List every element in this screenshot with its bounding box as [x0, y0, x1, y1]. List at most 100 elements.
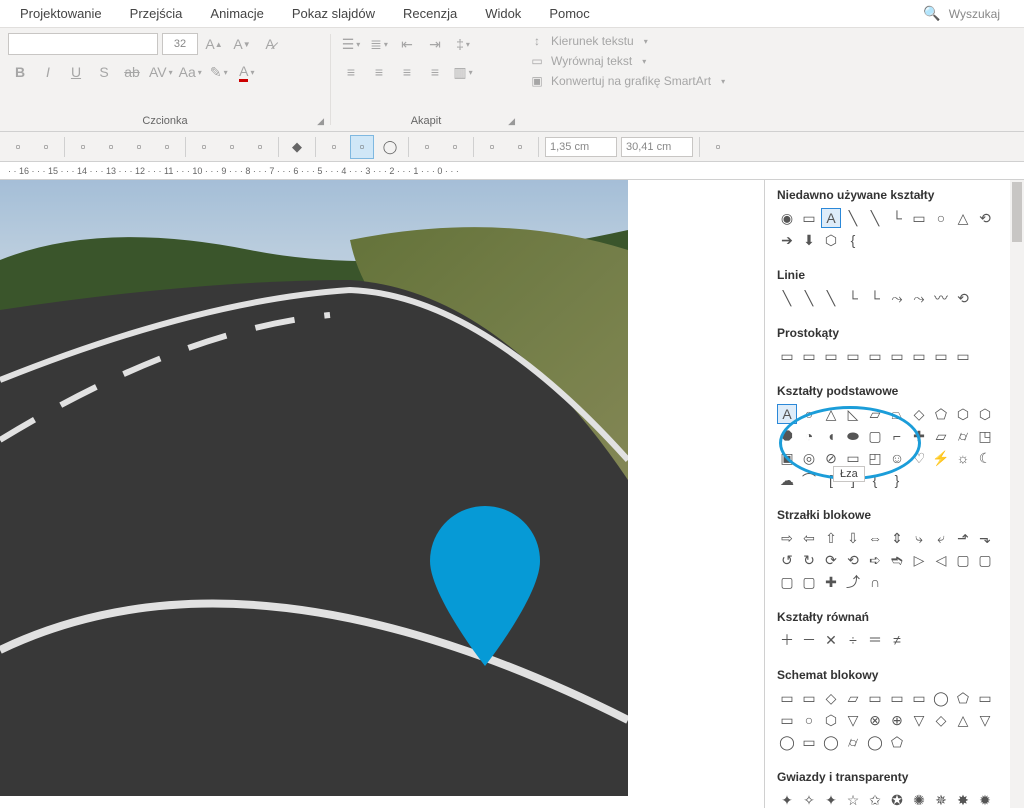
- fc-21[interactable]: ◯: [777, 732, 797, 752]
- ba-17[interactable]: ▷: [909, 550, 929, 570]
- basic-lframe[interactable]: ⌐: [887, 426, 907, 446]
- fc-13[interactable]: ⬡: [821, 710, 841, 730]
- basic-plus[interactable]: ✚: [909, 426, 929, 446]
- tb-13[interactable]: ◯: [378, 135, 402, 159]
- eq-plus[interactable]: ＋: [777, 630, 797, 650]
- basic-can[interactable]: ⌭: [953, 426, 973, 446]
- fc-19[interactable]: △: [953, 710, 973, 730]
- shape-brace[interactable]: {: [843, 230, 863, 250]
- ba-19[interactable]: ▢: [953, 550, 973, 570]
- st-5[interactable]: ✩: [865, 790, 885, 808]
- shape-arrow-d[interactable]: ⬇: [799, 230, 819, 250]
- tb-18[interactable]: ▫: [706, 135, 730, 159]
- fc-7[interactable]: ▭: [909, 688, 929, 708]
- ba-24[interactable]: ⤴: [843, 572, 863, 592]
- font-size-input[interactable]: [162, 33, 198, 55]
- rect-8[interactable]: ▭: [931, 346, 951, 366]
- fc-8[interactable]: ◯: [931, 688, 951, 708]
- basic-bolt[interactable]: ⚡: [931, 448, 951, 468]
- strikethrough-button[interactable]: ab: [120, 60, 144, 84]
- basic-block[interactable]: ▭: [843, 448, 863, 468]
- line-6[interactable]: ⤳: [887, 288, 907, 308]
- basic-heart[interactable]: ♡: [909, 448, 929, 468]
- tb-15[interactable]: ▫: [443, 135, 467, 159]
- shape-teardrop[interactable]: ◉: [777, 208, 797, 228]
- basic-no[interactable]: ⊘: [821, 448, 841, 468]
- rect-4[interactable]: ▭: [843, 346, 863, 366]
- basic-rbrace[interactable]: }: [887, 470, 907, 490]
- tb-3[interactable]: ▫: [71, 135, 95, 159]
- fc-14[interactable]: ▽: [843, 710, 863, 730]
- fc-17[interactable]: ▽: [909, 710, 929, 730]
- basic-cube[interactable]: ◳: [975, 426, 995, 446]
- basic-pie[interactable]: ◔: [799, 426, 819, 446]
- rect-9[interactable]: ▭: [953, 346, 973, 366]
- tb-14[interactable]: ▫: [415, 135, 439, 159]
- line-7[interactable]: ⤳: [909, 288, 929, 308]
- font-launcher-icon[interactable]: ◢: [317, 116, 324, 127]
- ba-3[interactable]: ⇧: [821, 528, 841, 548]
- eq-eq[interactable]: ＝: [865, 630, 885, 650]
- tb-7[interactable]: ▫: [192, 135, 216, 159]
- underline-button[interactable]: U: [64, 60, 88, 84]
- rect-1[interactable]: ▭: [777, 346, 797, 366]
- fc-15[interactable]: ⊗: [865, 710, 885, 730]
- fc-2[interactable]: ▭: [799, 688, 819, 708]
- tab-slideshow[interactable]: Pokaz slajdów: [278, 2, 389, 25]
- ba-11[interactable]: ↺: [777, 550, 797, 570]
- basic-tri[interactable]: △: [821, 404, 841, 424]
- fc-16[interactable]: ⊕: [887, 710, 907, 730]
- fc-3[interactable]: ◇: [821, 688, 841, 708]
- basic-moon[interactable]: ☾: [975, 448, 995, 468]
- tab-transitions[interactable]: Przejścia: [116, 2, 197, 25]
- basic-rtri[interactable]: ◺: [843, 404, 863, 424]
- ba-15[interactable]: ➪: [865, 550, 885, 570]
- basic-hex[interactable]: ⬡: [953, 404, 973, 424]
- italic-button[interactable]: I: [36, 60, 60, 84]
- shape-hex[interactable]: ⬡: [821, 230, 841, 250]
- basic-para[interactable]: ▱: [865, 404, 885, 424]
- tab-view[interactable]: Widok: [471, 2, 535, 25]
- font-name-input[interactable]: [8, 33, 158, 55]
- shape-rect[interactable]: ▭: [799, 208, 819, 228]
- st-6[interactable]: ✪: [887, 790, 907, 808]
- basic-dia[interactable]: ◇: [909, 404, 929, 424]
- fc-20[interactable]: ▽: [975, 710, 995, 730]
- char-spacing-button[interactable]: AV: [148, 60, 174, 84]
- tb-12[interactable]: ▫: [350, 135, 374, 159]
- ba-4[interactable]: ⇩: [843, 528, 863, 548]
- fc-22[interactable]: ▭: [799, 732, 819, 752]
- basic-arc[interactable]: ⌒: [799, 470, 819, 490]
- width-input[interactable]: 1,35 cm: [545, 137, 617, 157]
- line-8[interactable]: 〰: [931, 288, 951, 308]
- fc-4[interactable]: ▱: [843, 688, 863, 708]
- shape-rect2[interactable]: ▭: [909, 208, 929, 228]
- align-center-button[interactable]: ≡: [367, 60, 391, 84]
- line-9[interactable]: ⟲: [953, 288, 973, 308]
- basic-plaque[interactable]: ▱: [931, 426, 951, 446]
- decrease-indent-button[interactable]: ⇤: [395, 32, 419, 56]
- basic-trap[interactable]: ⏢: [887, 404, 907, 424]
- basic-fold[interactable]: ◰: [865, 448, 885, 468]
- fc-6[interactable]: ▭: [887, 688, 907, 708]
- tb-9[interactable]: ▫: [248, 135, 272, 159]
- basic-cloud[interactable]: ☁: [777, 470, 797, 490]
- columns-button[interactable]: ▥: [451, 60, 475, 84]
- text-direction-button[interactable]: ↕Kierunek tekstu▾: [529, 32, 1016, 50]
- st-3[interactable]: ✦: [821, 790, 841, 808]
- line-3[interactable]: ╲: [821, 288, 841, 308]
- highlight-button[interactable]: ✎: [207, 60, 231, 84]
- basic-oval[interactable]: ○: [799, 404, 819, 424]
- rect-7[interactable]: ▭: [909, 346, 929, 366]
- fc-1[interactable]: ▭: [777, 688, 797, 708]
- line-2[interactable]: ╲: [799, 288, 819, 308]
- tab-help[interactable]: Pomoc: [535, 2, 603, 25]
- st-10[interactable]: ✹: [975, 790, 995, 808]
- change-case-button[interactable]: Aa: [178, 60, 203, 84]
- line-spacing-button[interactable]: ‡: [451, 32, 475, 56]
- fc-5[interactable]: ▭: [865, 688, 885, 708]
- fc-18[interactable]: ◇: [931, 710, 951, 730]
- st-1[interactable]: ✦: [777, 790, 797, 808]
- fc-11[interactable]: ▭: [777, 710, 797, 730]
- pin-shape[interactable]: [430, 506, 540, 666]
